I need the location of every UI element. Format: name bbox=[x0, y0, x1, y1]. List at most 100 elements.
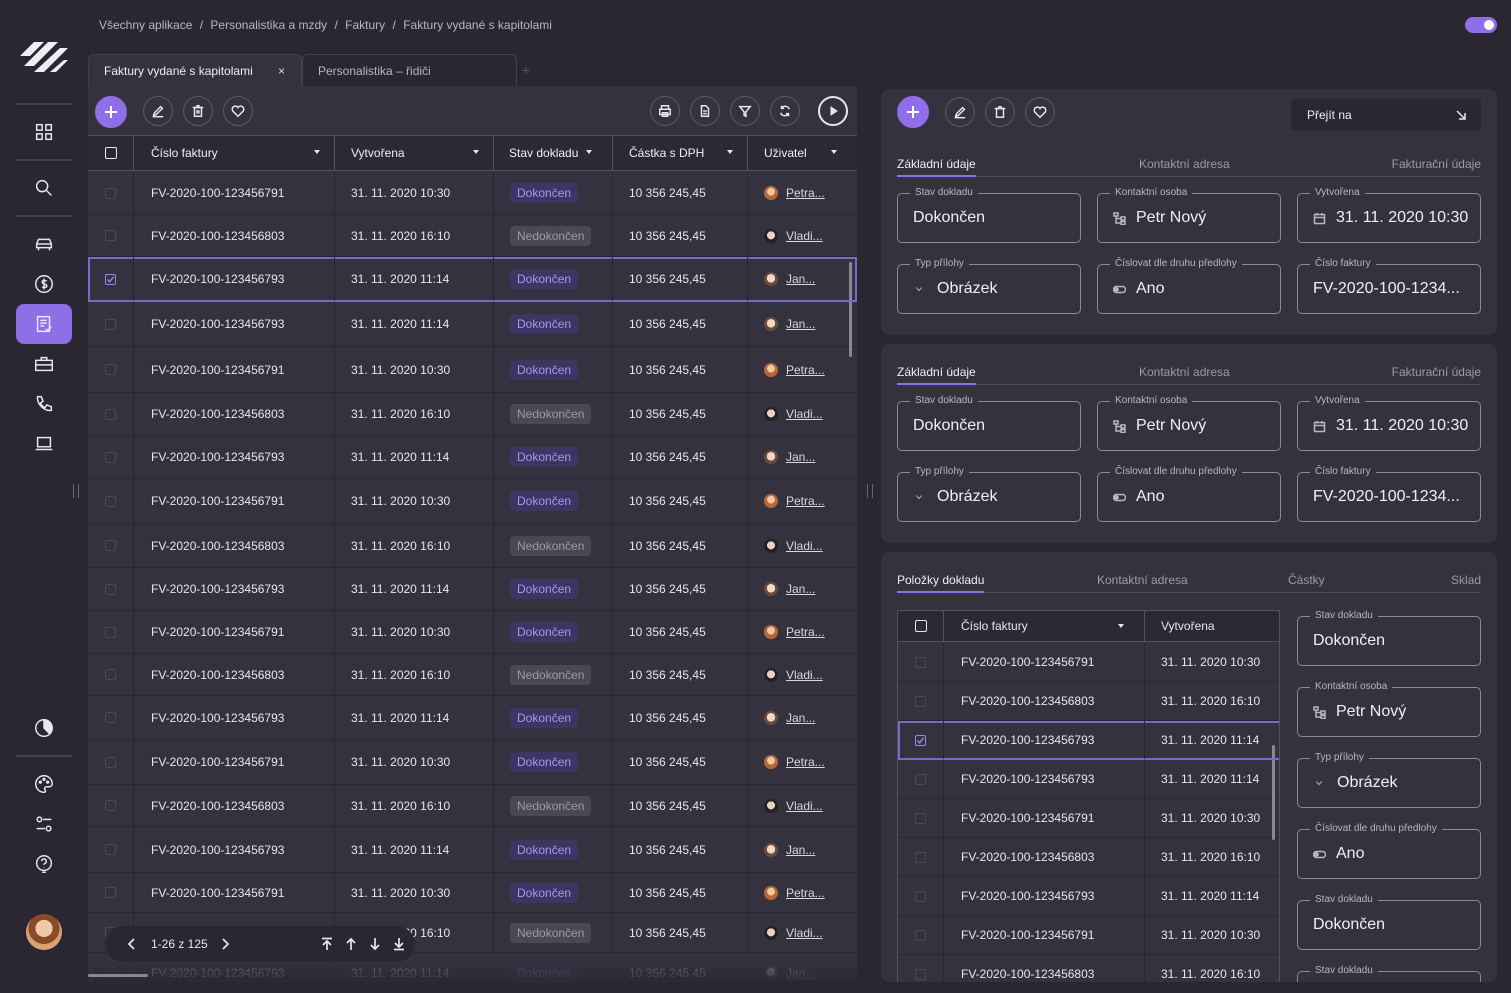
select-all-checkbox[interactable] bbox=[104, 147, 117, 159]
tab-billing-info[interactable]: Fakturační údaje bbox=[1392, 157, 1481, 171]
chevron-down-icon[interactable] bbox=[915, 493, 923, 501]
row-checkbox-cell[interactable] bbox=[88, 215, 134, 256]
cell-user[interactable]: Jan... bbox=[748, 827, 857, 872]
sidebar-item-invoices[interactable] bbox=[16, 304, 72, 344]
table-row[interactable]: FV-2020-100-123456793 31. 11. 2020 11:14… bbox=[88, 436, 857, 479]
row-checkbox[interactable] bbox=[915, 851, 926, 863]
goto-select[interactable]: Přejít na bbox=[1291, 99, 1481, 131]
chevron-down-icon[interactable] bbox=[727, 150, 733, 154]
row-checkbox[interactable] bbox=[105, 712, 116, 723]
cell-user[interactable]: Petra... bbox=[748, 740, 857, 784]
form-field[interactable]: Typ přílohy Obrázek bbox=[897, 466, 1081, 522]
row-checkbox-cell[interactable] bbox=[88, 827, 134, 872]
document-button[interactable] bbox=[690, 96, 720, 126]
user-name[interactable]: Vladi... bbox=[786, 926, 823, 940]
theme-toggle[interactable] bbox=[1465, 17, 1497, 33]
form-field[interactable]: Číslo faktury FV-2020-100-1234... bbox=[1297, 258, 1481, 314]
toggle-icon[interactable] bbox=[1313, 848, 1326, 861]
table-row[interactable]: FV-2020-100-123456791 31. 11. 2020 10:30… bbox=[88, 873, 857, 913]
cell-user[interactable]: Petra... bbox=[748, 479, 857, 523]
chevron-down-icon[interactable] bbox=[473, 150, 479, 154]
column-header-status[interactable]: Stav dokladu bbox=[494, 136, 613, 170]
chevron-down-icon[interactable] bbox=[1118, 624, 1124, 628]
row-checkbox-cell[interactable] bbox=[898, 682, 944, 720]
user-avatar[interactable] bbox=[26, 914, 62, 950]
form-field[interactable]: Typ přílohy Obrázek bbox=[1297, 752, 1481, 808]
cell-user[interactable]: Petra... bbox=[748, 347, 857, 392]
cell-user[interactable]: Jan... bbox=[748, 568, 857, 610]
row-checkbox-cell[interactable] bbox=[898, 799, 944, 837]
tab-hr-drivers[interactable]: Personalistika – řidiči bbox=[302, 54, 517, 86]
cell-user[interactable]: Jan... bbox=[748, 436, 857, 478]
add-tab-icon[interactable]: + bbox=[522, 62, 530, 78]
sidebar-item-contacts[interactable] bbox=[16, 384, 72, 424]
user-name[interactable]: Jan... bbox=[786, 711, 815, 725]
favorite-button[interactable] bbox=[223, 96, 253, 126]
table-row[interactable]: FV-2020-100-123456803 31. 11. 2020 16:10 bbox=[898, 838, 1279, 877]
close-icon[interactable]: × bbox=[278, 64, 285, 78]
table-row[interactable]: FV-2020-100-123456803 31. 11. 2020 16:10… bbox=[88, 524, 857, 568]
user-name[interactable]: Vladi... bbox=[786, 799, 823, 813]
horizontal-scrollbar[interactable] bbox=[88, 974, 148, 977]
row-checkbox[interactable] bbox=[915, 890, 926, 902]
user-name[interactable]: Vladi... bbox=[786, 668, 823, 682]
table-row[interactable]: FV-2020-100-123456803 31. 11. 2020 16:10… bbox=[88, 393, 857, 436]
column-header-created[interactable]: Vytvořena bbox=[335, 136, 494, 170]
cell-user[interactable]: Vladi... bbox=[748, 785, 857, 826]
tab-warehouse[interactable]: Sklad bbox=[1451, 573, 1481, 587]
tab-contact-address[interactable]: Kontaktní adresa bbox=[1139, 365, 1230, 379]
table-row[interactable]: FV-2020-100-123456793 31. 11. 2020 11:14 bbox=[898, 721, 1279, 760]
sidebar-item-finance[interactable] bbox=[16, 264, 72, 304]
table-row[interactable]: FV-2020-100-123456791 31. 11. 2020 10:30 bbox=[898, 916, 1279, 955]
user-name[interactable]: Jan... bbox=[786, 317, 815, 331]
breadcrumb-item[interactable]: Všechny aplikace bbox=[99, 18, 192, 32]
table-row[interactable]: FV-2020-100-123456803 31. 11. 2020 16:10… bbox=[88, 654, 857, 696]
form-field[interactable]: Stav dokladu Dokončen bbox=[1297, 894, 1481, 950]
select-all-checkbox-cell[interactable] bbox=[88, 136, 134, 170]
row-checkbox-cell[interactable] bbox=[88, 696, 134, 739]
row-checkbox[interactable] bbox=[105, 495, 116, 507]
breadcrumb-item[interactable]: Faktury bbox=[345, 18, 385, 32]
user-name[interactable]: Petra... bbox=[786, 625, 825, 639]
table-row[interactable]: FV-2020-100-123456793 31. 11. 2020 11:14… bbox=[88, 568, 857, 611]
cell-user[interactable]: Petra... bbox=[748, 873, 857, 912]
scroll-bottom-icon[interactable] bbox=[392, 937, 406, 951]
run-button[interactable] bbox=[818, 96, 848, 126]
row-checkbox-cell[interactable] bbox=[88, 172, 134, 214]
row-checkbox[interactable] bbox=[105, 230, 116, 241]
chevron-down-icon[interactable] bbox=[915, 285, 923, 293]
panel-resize-handle[interactable] bbox=[867, 484, 873, 498]
table-row[interactable]: FV-2020-100-123456791 31. 11. 2020 10:30… bbox=[88, 172, 857, 215]
cell-user[interactable]: Vladi... bbox=[748, 215, 857, 256]
column-header-invoice-number[interactable]: Číslo faktury bbox=[134, 136, 335, 170]
row-checkbox[interactable] bbox=[105, 844, 116, 855]
table-row[interactable]: FV-2020-100-123456803 31. 11. 2020 16:10… bbox=[88, 785, 857, 827]
form-field[interactable]: Číslo faktury FV-2020-100-1234... bbox=[1297, 466, 1481, 522]
user-name[interactable]: Jan... bbox=[786, 450, 815, 464]
table-row[interactable]: FV-2020-100-123456803 31. 11. 2020 16:10 bbox=[898, 682, 1279, 721]
row-checkbox-cell[interactable] bbox=[88, 302, 134, 346]
row-checkbox-cell[interactable] bbox=[88, 568, 134, 610]
tab-amounts[interactable]: Částky bbox=[1288, 573, 1325, 587]
scroll-top-icon[interactable] bbox=[320, 937, 334, 951]
table-row[interactable]: FV-2020-100-123456793 31. 11. 2020 11:14… bbox=[88, 696, 857, 740]
row-checkbox-cell[interactable] bbox=[88, 873, 134, 912]
table-row[interactable]: FV-2020-100-123456793 31. 11. 2020 11:14 bbox=[898, 760, 1279, 799]
form-field[interactable]: Typ přílohy Obrázek bbox=[897, 258, 1081, 314]
form-field[interactable]: Číslovat dle druhu předlohy Ano bbox=[1097, 466, 1281, 522]
table-row[interactable]: FV-2020-100-123456803 31. 11. 2020 16:10 bbox=[898, 955, 1279, 982]
column-header-amount[interactable]: Částka s DPH bbox=[613, 136, 748, 170]
sidebar-item-devices[interactable] bbox=[16, 424, 72, 464]
cell-user[interactable]: Petra... bbox=[748, 611, 857, 653]
row-checkbox[interactable] bbox=[915, 656, 926, 668]
form-field[interactable]: Vytvořena 31. 11. 2020 10:30 bbox=[1297, 187, 1481, 243]
select-all-checkbox[interactable] bbox=[914, 620, 927, 632]
toggle-icon[interactable] bbox=[1113, 283, 1126, 296]
row-checkbox[interactable] bbox=[915, 929, 926, 941]
cell-user[interactable]: Jan... bbox=[748, 302, 857, 346]
table-row[interactable]: FV-2020-100-123456803 31. 11. 2020 16:10… bbox=[88, 215, 857, 257]
user-name[interactable]: Petra... bbox=[786, 755, 825, 769]
sidebar-item-search[interactable] bbox=[16, 168, 72, 208]
row-checkbox-cell[interactable] bbox=[898, 721, 944, 759]
user-name[interactable]: Vladi... bbox=[786, 407, 823, 421]
